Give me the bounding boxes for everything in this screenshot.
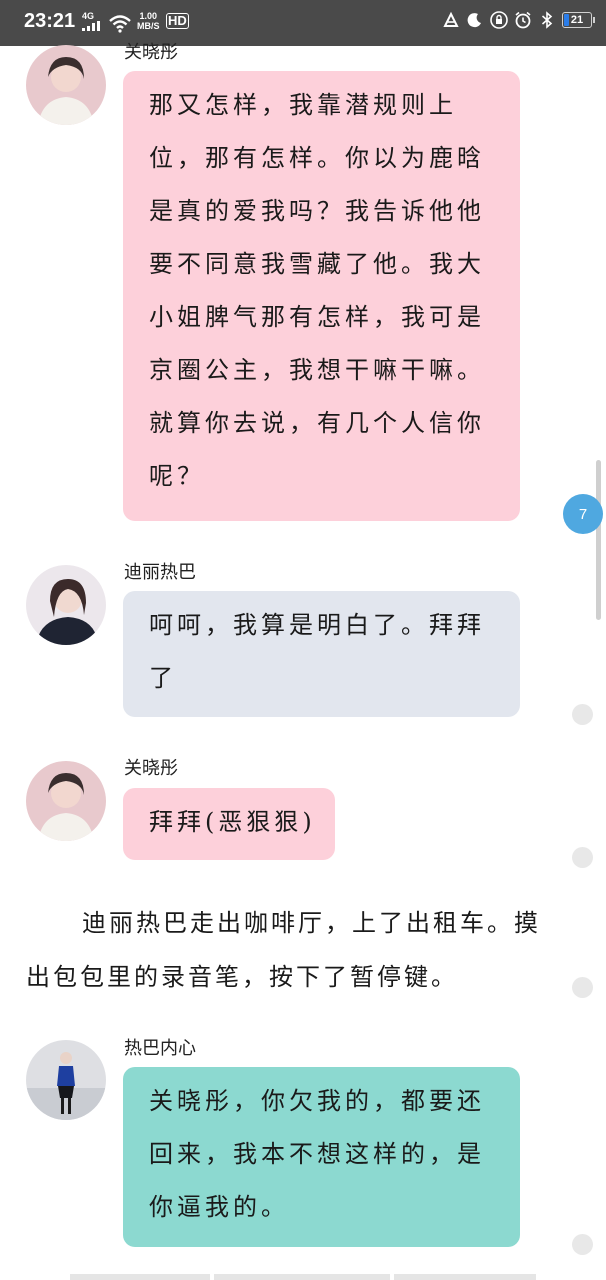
message-text: 拜拜(恶狠狠) <box>149 808 316 836</box>
message-bubble[interactable]: 那又怎样，我靠潜规则上位，那有怎样。你以为鹿晗是真的爱我吗？我告诉他他要不同意我… <box>123 71 520 521</box>
status-bar: 23:21 4G 1.00 MB/S HD 21 <box>0 0 606 46</box>
message-text: 呵呵，我算是明白了。拜拜了 <box>149 611 485 692</box>
bottom-toolbar-segment <box>214 1274 390 1280</box>
battery-fill <box>564 14 569 26</box>
status-right-icons: 21 <box>442 11 595 29</box>
message-bubble[interactable]: 拜拜(恶狠狠) <box>123 788 335 860</box>
comment-dot[interactable] <box>572 1234 593 1255</box>
message-text: 那又怎样，我靠潜规则上位，那有怎样。你以为鹿晗是真的爱我吗？我告诉他他要不同意我… <box>149 91 485 490</box>
avatar-reba-inner[interactable] <box>26 1040 106 1120</box>
comment-dot[interactable] <box>572 977 593 998</box>
nfc-icon <box>442 11 460 29</box>
alarm-icon <box>514 11 532 29</box>
bluetooth-icon <box>538 11 556 29</box>
speaker-name: 热巴内心 <box>124 1038 196 1059</box>
speaker-name: 关晓彤 <box>124 758 178 779</box>
network-speed: 1.00 MB/S <box>137 11 160 31</box>
lock-icon <box>490 11 508 29</box>
signal-bars-icon <box>82 21 100 31</box>
network-type: 4G <box>82 11 95 21</box>
signal-icon: 4G <box>82 12 100 33</box>
scrollbar[interactable] <box>596 460 601 620</box>
avatar-guan-xiaotong[interactable] <box>26 45 106 125</box>
comment-dot[interactable] <box>572 704 593 725</box>
bottom-toolbar-segment <box>394 1274 536 1280</box>
wifi-icon <box>108 15 132 37</box>
message-bubble[interactable]: 呵呵，我算是明白了。拜拜了 <box>123 591 520 717</box>
message-bubble[interactable]: 关晓彤，你欠我的，都要还回来，我本不想这样的，是你逼我的。 <box>123 1067 520 1247</box>
message-text: 关晓彤，你欠我的，都要还回来，我本不想这样的，是你逼我的。 <box>149 1087 485 1221</box>
avatar-dilraba[interactable] <box>26 565 106 645</box>
avatar-guan-xiaotong[interactable] <box>26 761 106 841</box>
page-indicator-badge[interactable]: 7 <box>563 494 603 534</box>
hd-badge: HD <box>166 13 189 29</box>
speaker-name: 关晓彤 <box>124 42 178 63</box>
speaker-name: 迪丽热巴 <box>124 562 196 583</box>
battery-level: 21 <box>570 14 584 26</box>
bottom-toolbar-segment <box>70 1274 210 1280</box>
battery-icon: 21 <box>562 12 595 28</box>
status-time: 23:21 <box>24 10 76 32</box>
moon-icon <box>466 11 484 29</box>
narration-text: 迪丽热巴走出咖啡厅，上了出租车。摸出包包里的录音笔，按下了暂停键。 <box>26 909 541 991</box>
comment-dot[interactable] <box>572 847 593 868</box>
